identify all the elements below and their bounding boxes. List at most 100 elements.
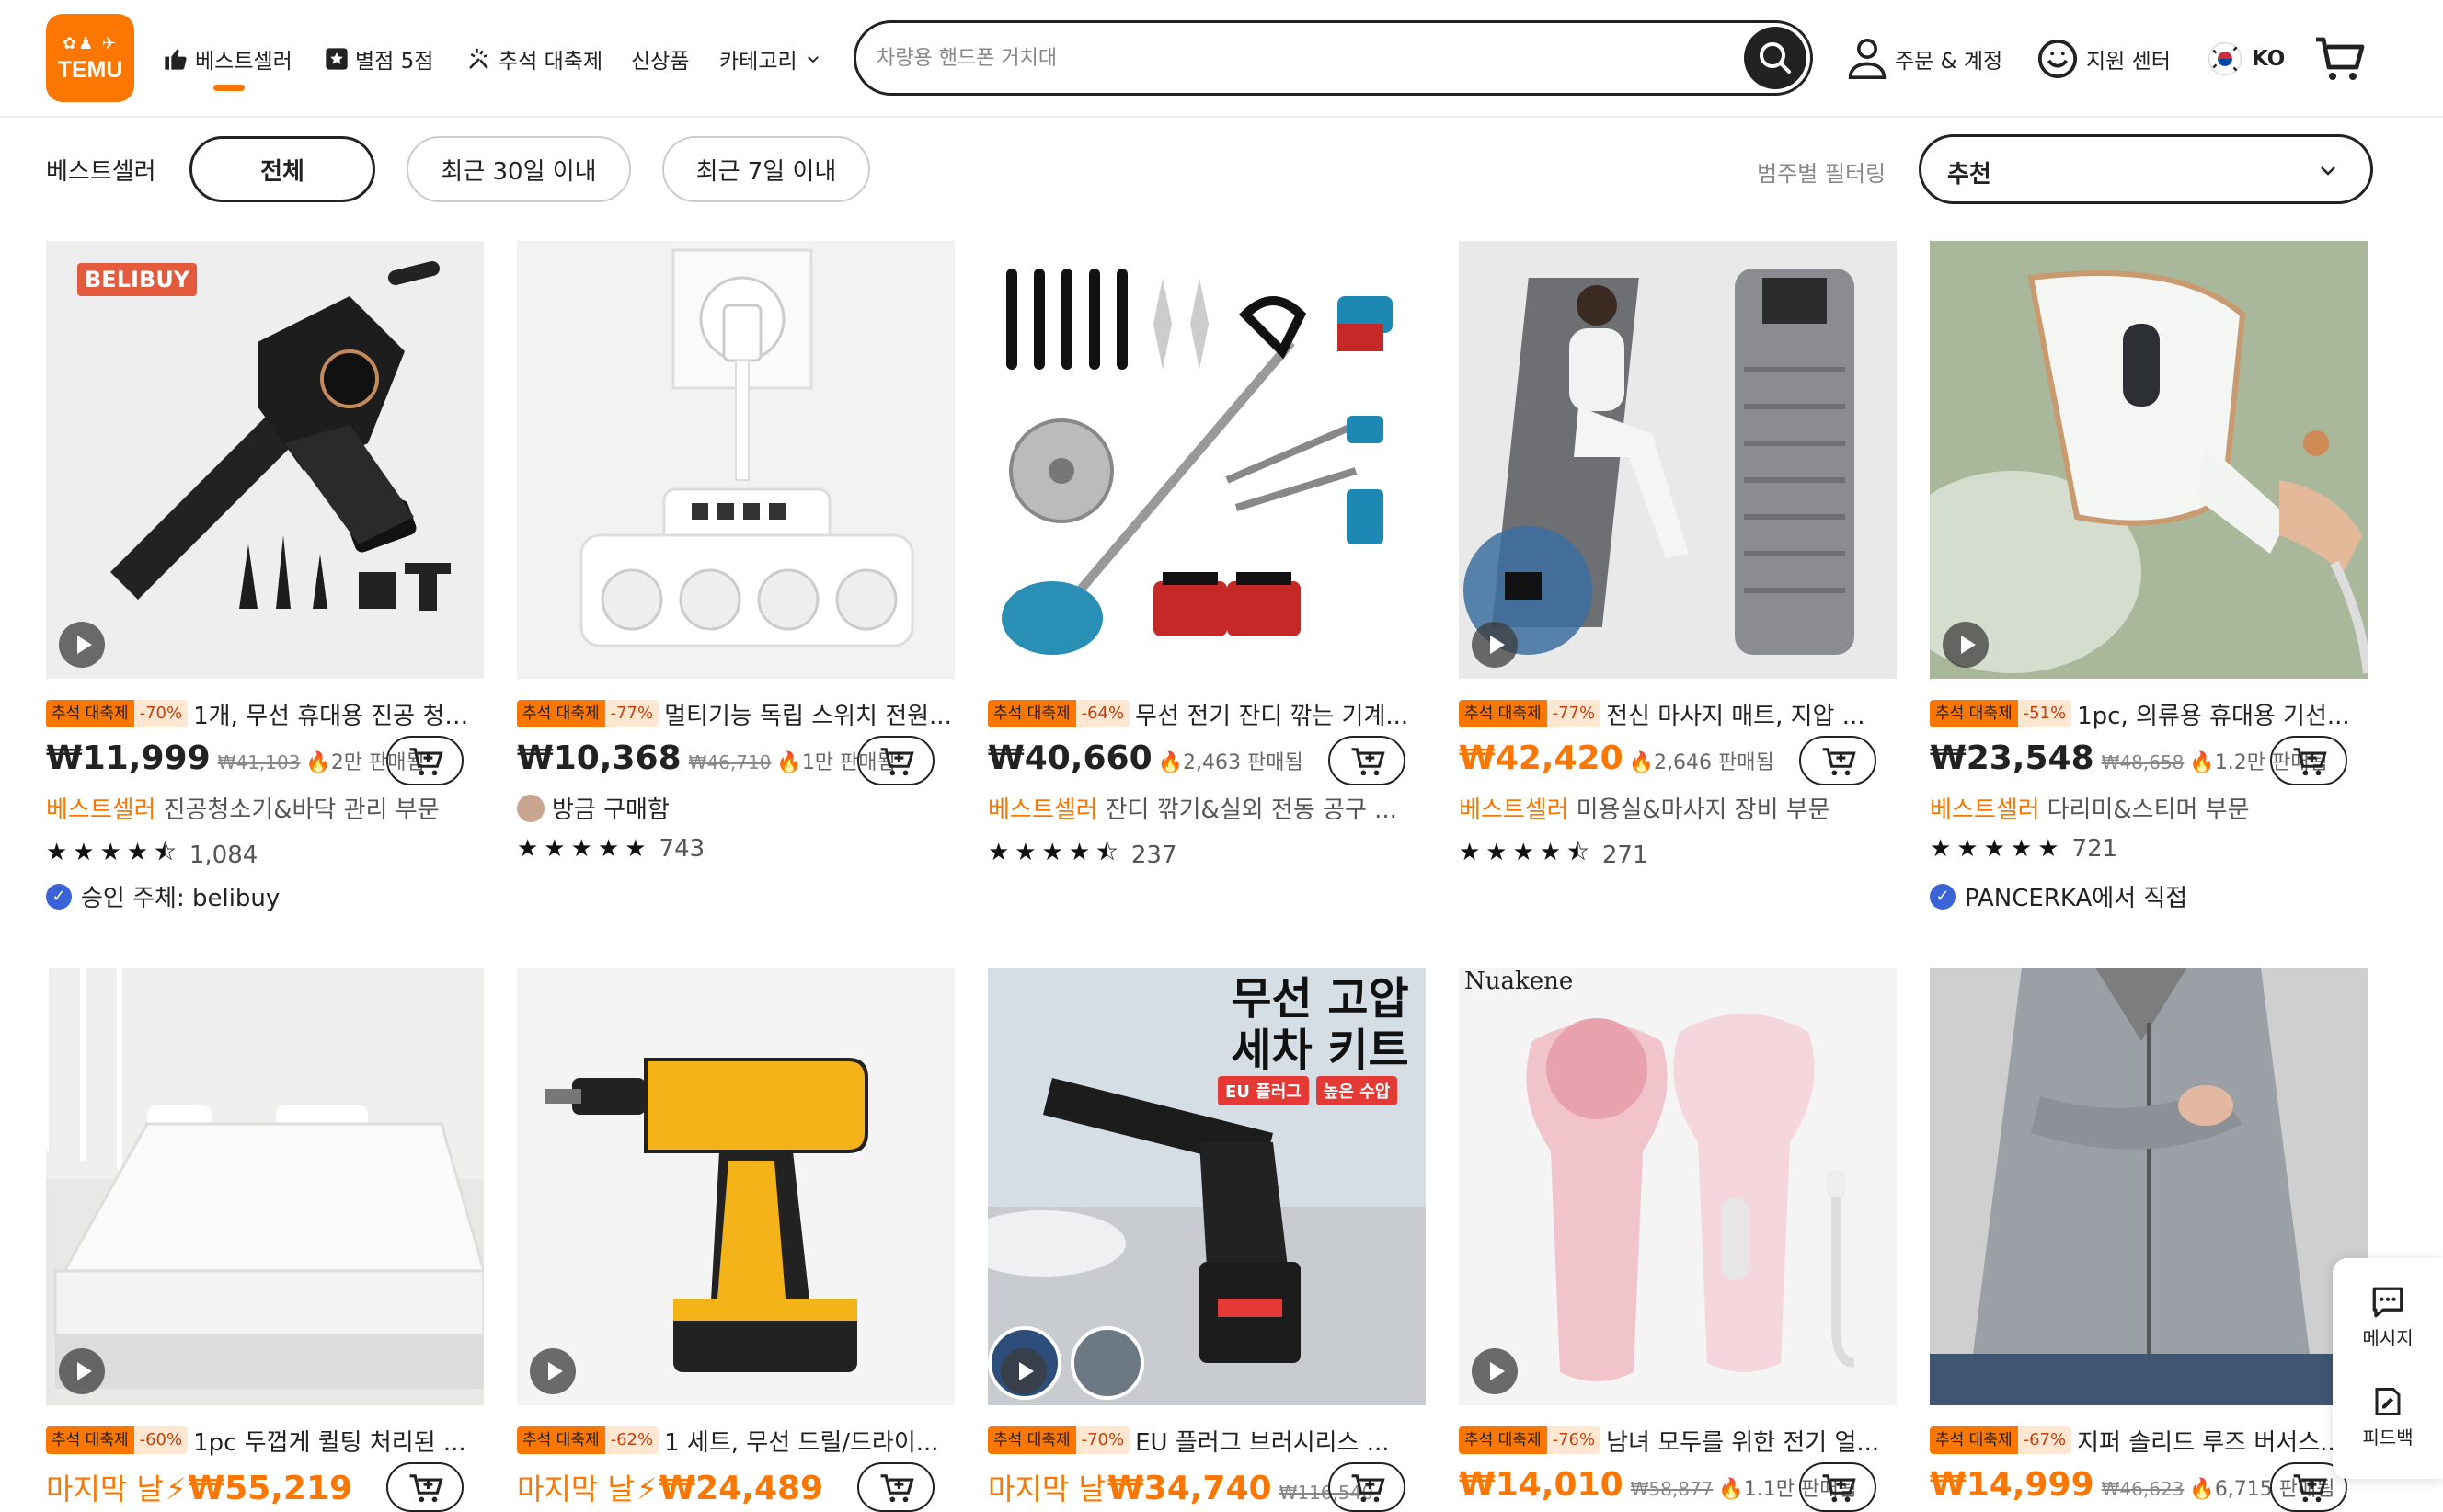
play-video-icon[interactable] — [1943, 622, 1989, 668]
buyer-avatar — [517, 794, 545, 822]
nav-bestseller[interactable]: 베스트셀러 — [162, 40, 292, 77]
add-to-cart-button[interactable] — [1799, 1462, 1876, 1512]
festival-discount-badge: 추석 대축제 -67% — [1930, 1426, 2072, 1454]
search-button[interactable] — [1744, 27, 1806, 89]
category-rank-row[interactable]: 베스트셀러 미용실&마사지 장비 부문 — [1459, 791, 1897, 825]
message-label: 메시지 — [2362, 1327, 2414, 1349]
product-card[interactable]: 추석 대축제 -62% 1 세트, 무선 드릴/드라이... 마지막 날 ⚡ ₩2… — [517, 968, 955, 1512]
product-image[interactable]: 무선 고압 세차 키트 EU 플러그 높은 수압 — [988, 968, 1426, 1405]
product-title[interactable]: 무선 전기 잔디 깎는 기계... — [1135, 697, 1408, 730]
product-title-row: 추석 대축제 -70% 1개, 무선 휴대용 진공 청소기... — [46, 697, 484, 730]
add-to-cart-button[interactable] — [2270, 736, 2347, 785]
product-card[interactable]: Nuakene 추석 대축제 -76% 남녀 모두를 위한 전기 얼... ₩14… — [1459, 968, 1897, 1512]
add-to-cart-button[interactable] — [1328, 1462, 1405, 1512]
message-button[interactable]: 메시지 — [2333, 1286, 2443, 1350]
product-image[interactable] — [517, 241, 955, 679]
search-input[interactable] — [877, 40, 1686, 76]
verified-badge-icon: ✓ — [46, 883, 72, 910]
festival-discount-badge: 추석 대축제 -62% — [517, 1426, 659, 1454]
feedback-button[interactable]: 피드백 — [2333, 1385, 2443, 1449]
category-rank-row[interactable]: 베스트셀러 진공청소기&바닥 관리 부문 — [46, 791, 484, 825]
review-count: 1,084 — [189, 842, 258, 869]
product-card[interactable]: 추석 대축제 -67% 지퍼 솔리드 루즈 버서스... ₩14,999 ₩46,… — [1930, 968, 2368, 1512]
product-title[interactable]: 멀티기능 독립 스위치 전원... — [664, 697, 952, 730]
original-price: ₩58,877 — [1630, 1478, 1714, 1500]
add-cart-icon — [409, 748, 443, 776]
add-to-cart-button[interactable] — [857, 736, 935, 785]
nav-chuseok-festival[interactable]: 추석 대축제 — [465, 40, 602, 77]
play-video-icon[interactable] — [1472, 1348, 1518, 1394]
product-image[interactable] — [988, 241, 1426, 679]
category-rank-row[interactable]: 베스트셀러 다리미&스티머 부문 — [1930, 791, 2368, 825]
brand-badge: BELIBUY — [77, 263, 198, 296]
fire-icon: 🔥 — [305, 751, 331, 774]
original-price: ₩46,623 — [2101, 1478, 2185, 1500]
product-card[interactable]: 무선 고압 세차 키트 EU 플러그 높은 수압 추석 대축제 -70% EU 플… — [988, 968, 1426, 1512]
category-rank-row[interactable]: 베스트셀러 잔디 깎기&실외 전동 공구 ... — [988, 791, 1426, 825]
play-video-icon[interactable] — [1001, 1348, 1047, 1394]
korea-flag-icon — [2208, 41, 2242, 76]
last-day-label: 마지막 날 — [988, 1472, 1106, 1506]
product-image[interactable] — [1930, 241, 2368, 679]
filter-pill-7days[interactable]: 최근 7일 이내 — [662, 136, 870, 202]
product-title[interactable]: 1pc 두껍게 퀼팅 처리된 ... — [193, 1424, 466, 1457]
product-card[interactable]: 추석 대축제 -77% 멀티기능 독립 스위치 전원... ₩10,368 ₩46… — [517, 241, 955, 863]
cart-button[interactable] — [2314, 33, 2373, 85]
product-image[interactable] — [1930, 968, 2368, 1405]
play-video-icon[interactable] — [530, 1348, 576, 1394]
sort-dropdown[interactable]: 추천 — [1919, 134, 2373, 204]
massage-mat-illustration — [1463, 269, 1854, 655]
product-title[interactable]: 1pc, 의류용 휴대용 기선... — [2077, 697, 2350, 730]
temu-logo[interactable]: ✿♟ ✈ TEMU — [46, 14, 134, 102]
filter-pill-30days[interactable]: 최근 30일 이내 — [407, 136, 631, 202]
seller-row[interactable]: ✓ PANCERKA에서 직접 — [1930, 879, 2187, 913]
product-title[interactable]: EU 플러그 브러시리스 ... — [1135, 1424, 1389, 1457]
play-video-icon[interactable] — [59, 622, 105, 668]
play-video-icon[interactable] — [59, 1348, 105, 1394]
nav-category[interactable]: 카테고리 — [719, 40, 821, 77]
nav-label: 카테고리 — [719, 50, 797, 74]
seller-row[interactable]: ✓ 승인 주체: belibuy — [46, 879, 280, 913]
account-orders-link[interactable]: 주문 & 계정 — [1847, 33, 2002, 85]
language-selector[interactable]: KO — [2208, 33, 2285, 85]
star-rating: ★★★★⯪ — [1459, 839, 1595, 866]
support-center-link[interactable]: 지원 센터 — [2036, 33, 2171, 85]
recent-purchase-row: 방금 구매함 — [517, 791, 670, 825]
sold-count: 🔥2,463 판매됨 — [1157, 751, 1303, 774]
product-image[interactable] — [46, 968, 484, 1405]
add-to-cart-button[interactable] — [1799, 736, 1876, 785]
add-to-cart-button[interactable] — [857, 1462, 935, 1512]
star-rating: ★★★★⯪ — [46, 839, 182, 866]
product-image[interactable]: Nuakene — [1459, 968, 1897, 1405]
review-count: 721 — [2071, 835, 2118, 863]
add-to-cart-button[interactable] — [386, 736, 464, 785]
product-card[interactable]: 추석 대축제 -77% 전신 마사지 매트, 지압 ... ₩42,420 🔥2,… — [1459, 241, 1897, 869]
add-to-cart-button[interactable] — [386, 1462, 464, 1512]
product-card[interactable]: 추석 대축제 -60% 1pc 두껍게 퀼팅 처리된 ... 마지막 날 ⚡ ₩5… — [46, 968, 484, 1512]
trimmer-illustration — [1002, 269, 1393, 655]
product-card[interactable]: 추석 대축제 -64% 무선 전기 잔디 깎는 기계... ₩40,660 🔥2,… — [988, 241, 1426, 869]
product-title[interactable]: 전신 마사지 매트, 지압 ... — [1606, 697, 1864, 730]
product-title[interactable]: 지퍼 솔리드 루즈 버서스... — [2077, 1424, 2343, 1457]
play-video-icon[interactable] — [1472, 622, 1518, 668]
rating-row: ★★★★⯪ 271 — [1459, 835, 1648, 876]
product-title[interactable]: 남녀 모두를 위한 전기 얼... — [1606, 1424, 1879, 1457]
add-to-cart-button[interactable] — [1328, 736, 1405, 785]
nav-new-arrivals[interactable]: 신상품 — [631, 40, 689, 77]
product-image[interactable]: BELIBUY — [46, 241, 484, 679]
product-image[interactable] — [517, 968, 955, 1405]
festival-discount-badge: 추석 대축제 -64% — [988, 700, 1130, 727]
cart-icon — [2316, 37, 2365, 80]
product-image[interactable] — [1459, 241, 1897, 679]
lightning-icon: ⚡ — [165, 1472, 187, 1506]
product-title[interactable]: 1개, 무선 휴대용 진공 청소기... — [193, 697, 484, 730]
nav-label: 베스트셀러 — [195, 50, 292, 74]
festival-discount-badge: 추석 대축제 -76% — [1459, 1426, 1601, 1454]
price-row: 마지막 날 ₩34,740 ₩116,540 — [988, 1466, 1373, 1510]
filter-pill-all[interactable]: 전체 — [189, 136, 375, 202]
product-card[interactable]: 추석 대축제 -51% 1pc, 의류용 휴대용 기선... ₩23,548 ₩4… — [1930, 241, 2368, 912]
product-card[interactable]: BELIBUY 추석 대축제 -70% 1개, 무선 휴대용 진공 청소기... … — [46, 241, 484, 912]
product-title[interactable]: 1 세트, 무선 드릴/드라이... — [664, 1424, 938, 1457]
nav-five-star[interactable]: 별점 5점 — [324, 40, 433, 77]
product-price: ₩40,660 — [988, 739, 1153, 777]
